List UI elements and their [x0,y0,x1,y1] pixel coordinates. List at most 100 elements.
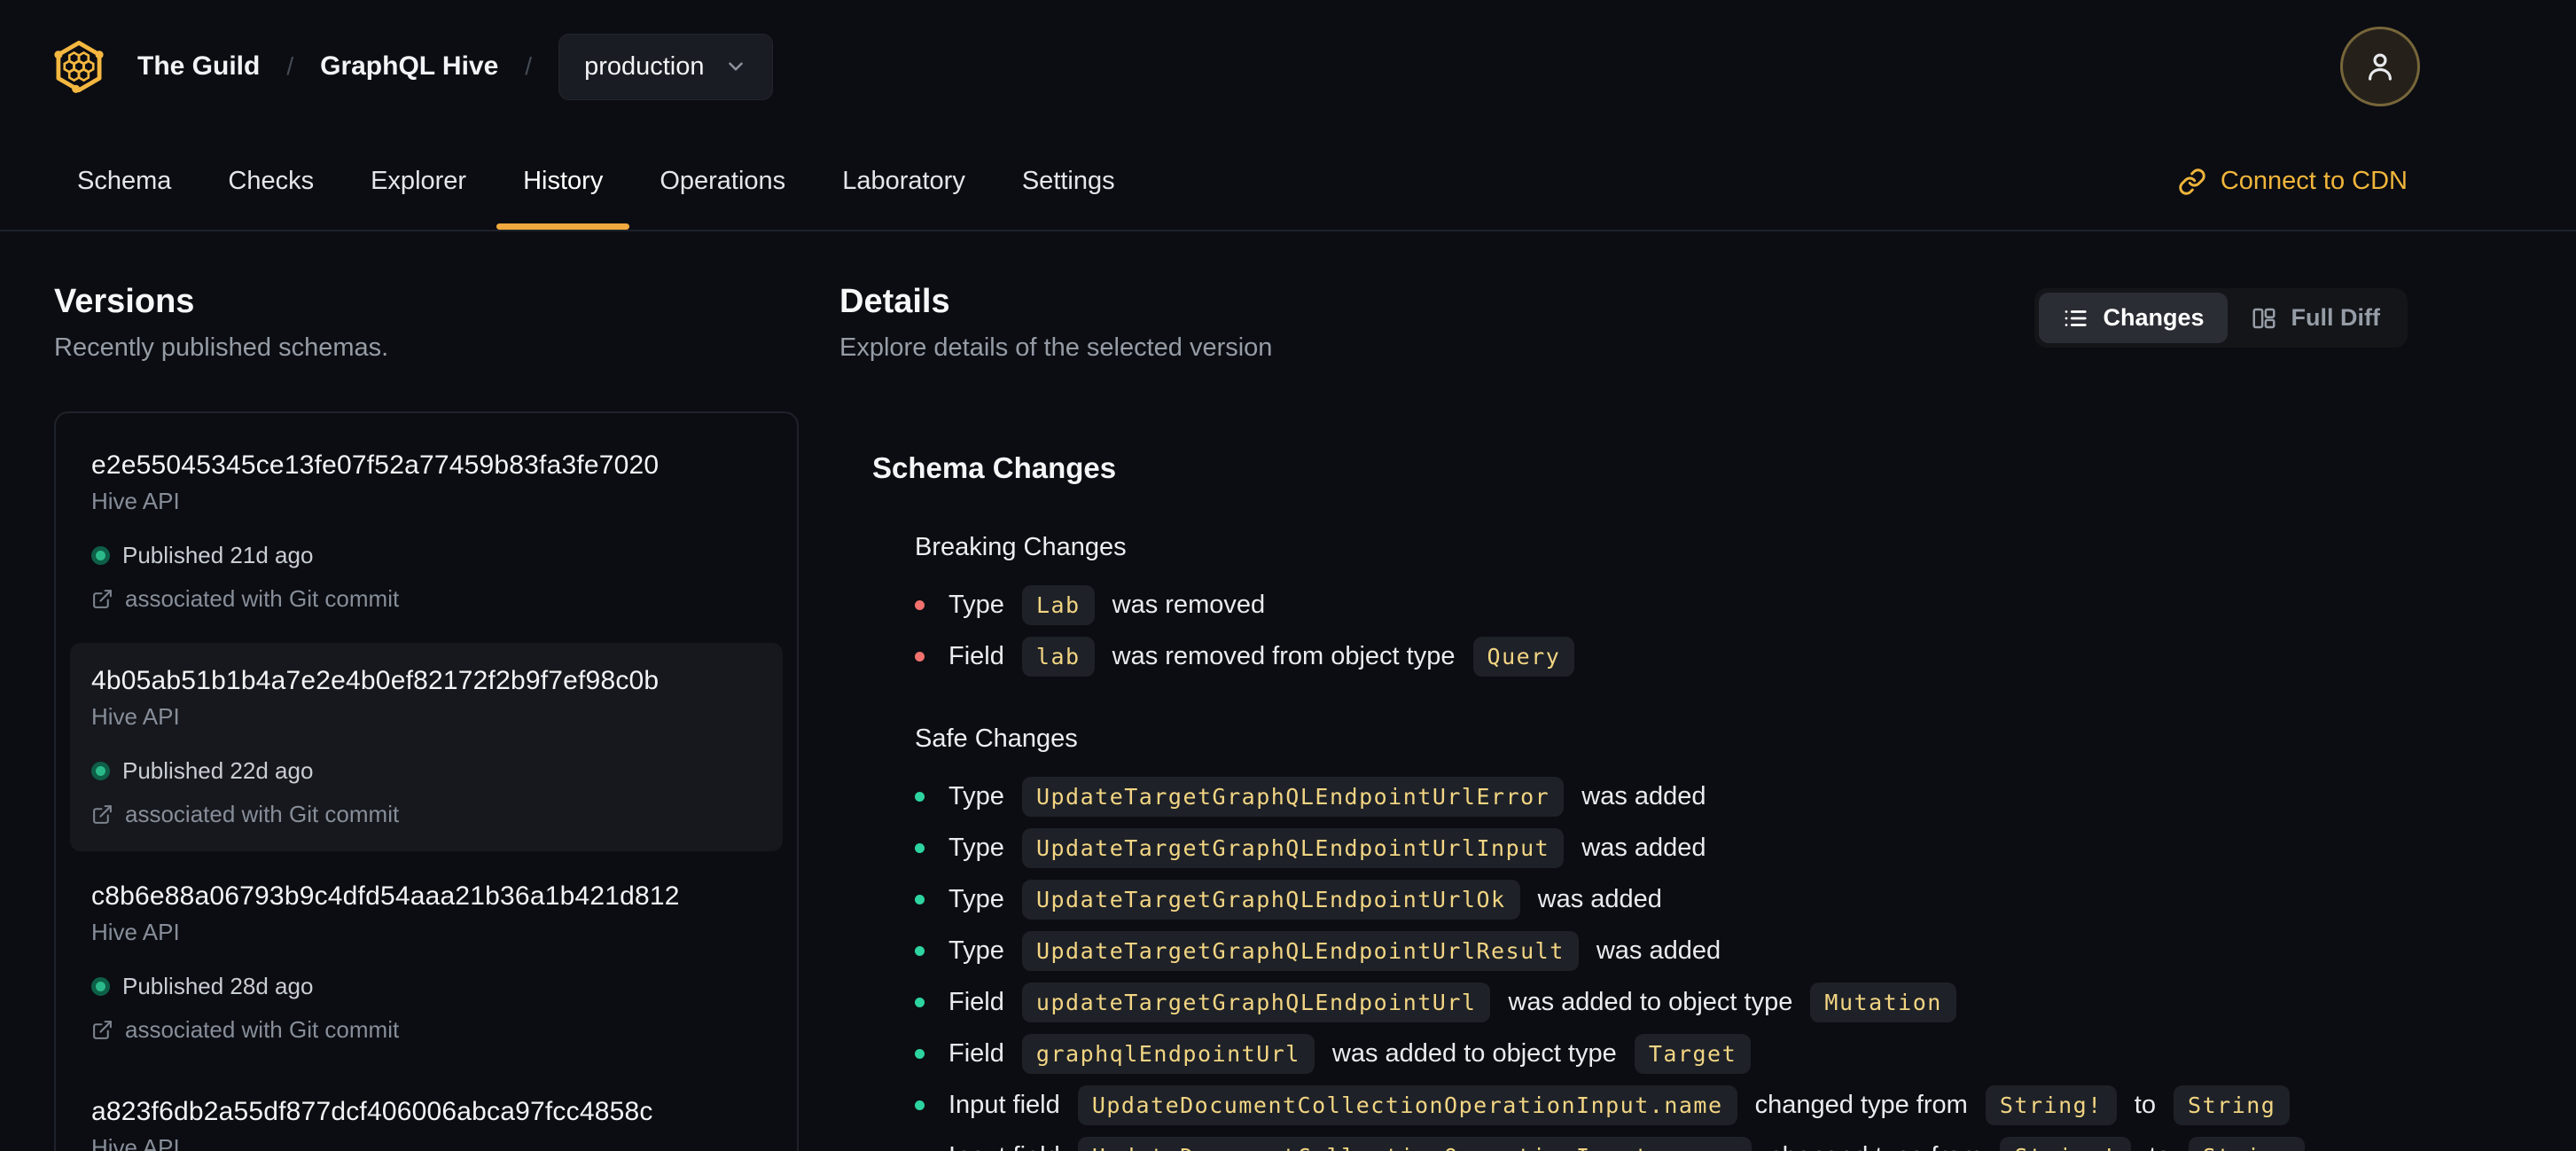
tab-settings[interactable]: Settings [1022,133,1115,230]
schema-change-item: Type UpdateTargetGraphQLEndpointUrlError… [915,777,2408,817]
chevron-down-icon [728,62,743,71]
code-chip: UpdateTargetGraphQLEndpointUrlOk [1021,880,1520,920]
connect-to-cdn-label: Connect to CDN [2220,167,2408,195]
versions-subtitle: Recently published schemas. [54,333,389,362]
version-hash: c8b6e88a06793b9c4dfd54aaa21b36a1b421d812 [91,881,680,911]
version-service: Hive API [91,703,180,730]
external-link-icon [93,1021,112,1039]
code-chip: Query [1472,637,1575,677]
versions-panel: Versions Recently published schemas. e2e… [54,283,799,1151]
bullet-icon [915,1049,925,1059]
breadcrumb: The Guild / GraphQL Hive / production [137,33,773,100]
code-chip: graphqlEndpointUrl [1021,1034,1315,1074]
safe-changes-list: Type UpdateTargetGraphQLEndpointUrlError… [915,777,2408,1151]
bullet-icon [915,792,925,802]
code-chip: String! [1985,1085,2117,1125]
bullet-icon [915,1100,925,1110]
code-chip: Lab [1021,585,1095,625]
code-chip: lab [1021,637,1095,677]
tab-checks[interactable]: Checks [228,133,314,230]
bullet-icon [915,946,925,956]
tab-history[interactable]: History [496,133,630,230]
tab-explorer[interactable]: Explorer [371,133,466,230]
bullet-icon [915,600,925,610]
schema-change-item: Type Lab was removed [915,585,2408,625]
bullet-icon [915,895,925,904]
details-panel: Details Explore details of the selected … [799,283,2408,1151]
changes-toggle-label: Changes [2103,304,2205,331]
bullet-icon [915,998,925,1007]
code-chip: UpdateTargetGraphQLEndpointUrlResult [1021,931,1579,971]
main-content: Versions Recently published schemas. e2e… [0,231,2576,1151]
git-commit-label: associated with Git commit [125,1016,400,1043]
link-icon [2179,168,2205,195]
code-chip: UpdateDocumentCollectionOperationInput.q… [1077,1137,1752,1151]
git-commit-link[interactable]: associated with Git commit [91,585,761,613]
version-card[interactable]: 4b05ab51b1b4a7e2e4b0ef82172f2b9f7ef98c0b… [70,643,783,851]
code-chip: String [2174,1085,2291,1125]
hive-logo-icon[interactable] [51,38,107,95]
connect-to-cdn-button[interactable]: Connect to CDN [2178,167,2408,196]
version-service: Hive API [91,1134,180,1151]
split-panels-icon [2252,308,2275,328]
changes-toggle-button[interactable]: Changes [2039,293,2228,343]
breaking-changes-list: Type Lab was removed Field lab was remov… [915,585,2408,677]
app-header: The Guild / GraphQL Hive / production [0,0,2576,133]
schema-changes-section: Schema Changes Breaking Changes Type Lab… [839,451,2408,1151]
tab-laboratory[interactable]: Laboratory [842,133,965,230]
safe-changes-title: Safe Changes [915,724,1078,753]
version-card[interactable]: a823f6db2a55df877dcf406006abca97fcc4858c… [70,1074,783,1151]
safe-changes-group: Safe Changes Type UpdateTargetGraphQLEnd… [872,724,2408,1151]
version-service: Hive API [91,919,180,945]
breaking-changes-group: Breaking Changes Type Lab was removed Fi… [872,533,2408,677]
tab-schema[interactable]: Schema [77,133,171,230]
git-commit-link[interactable]: associated with Git commit [91,801,761,828]
tab-operations[interactable]: Operations [660,133,785,230]
breadcrumb-org[interactable]: The Guild [137,51,260,82]
versions-title: Versions [54,283,195,320]
schema-change-item: Field updateTargetGraphQLEndpointUrl was… [915,983,2408,1022]
published-label: Published 28d ago [122,973,314,999]
version-hash: 4b05ab51b1b4a7e2e4b0ef82172f2b9f7ef98c0b [91,666,660,695]
code-chip: String [2188,1137,2305,1151]
breaking-changes-title: Breaking Changes [915,533,1127,561]
schema-change-item: Type UpdateTargetGraphQLEndpointUrlResul… [915,931,2408,971]
breadcrumb-separator: / [286,52,294,80]
full-diff-toggle-label: Full Diff [2291,304,2380,331]
target-selector-dropdown[interactable]: production [558,33,773,100]
code-chip: UpdateDocumentCollectionOperationInput.n… [1077,1085,1737,1125]
version-list: e2e55045345ce13fe07f52a77459b83fa3fe7020… [54,411,799,1151]
external-link-icon [93,590,112,608]
schema-change-item: Input field UpdateDocumentCollectionOper… [915,1085,2408,1125]
version-status: Published 22d ago [91,757,761,785]
published-label: Published 22d ago [122,757,314,784]
version-card[interactable]: c8b6e88a06793b9c4dfd54aaa21b36a1b421d812… [70,858,783,1067]
version-service: Hive API [91,488,180,514]
breadcrumb-project[interactable]: GraphQL Hive [320,51,498,82]
details-title: Details [839,283,950,320]
bullet-icon [915,652,925,662]
schema-change-item: Type UpdateTargetGraphQLEndpointUrlOk wa… [915,880,2408,920]
code-chip: UpdateTargetGraphQLEndpointUrlInput [1021,828,1565,868]
target-selector-value: production [584,51,705,81]
code-chip: UpdateTargetGraphQLEndpointUrlError [1021,777,1565,817]
published-dot-icon [91,762,110,780]
schema-change-item: Field lab was removed from object type Q… [915,637,2408,677]
version-status: Published 21d ago [91,542,761,569]
git-commit-link[interactable]: associated with Git commit [91,1016,761,1044]
breadcrumb-separator: / [525,52,533,80]
bullet-icon [915,843,925,853]
user-avatar[interactable] [2340,27,2420,106]
git-commit-label: associated with Git commit [125,801,400,827]
published-dot-icon [91,977,110,996]
code-chip: Mutation [1810,983,1956,1022]
view-toggle: Changes Full Diff [2034,288,2408,348]
person-icon [2369,53,2392,81]
version-card[interactable]: e2e55045345ce13fe07f52a77459b83fa3fe7020… [70,427,783,636]
full-diff-toggle-button[interactable]: Full Diff [2228,293,2403,343]
details-subtitle: Explore details of the selected version [839,333,1273,362]
version-hash: a823f6db2a55df877dcf406006abca97fcc4858c [91,1097,653,1126]
published-label: Published 21d ago [122,542,314,568]
list-icon [2065,309,2088,326]
tab-navigation: Schema Checks Explorer History Operations Lab… [0,133,2576,231]
